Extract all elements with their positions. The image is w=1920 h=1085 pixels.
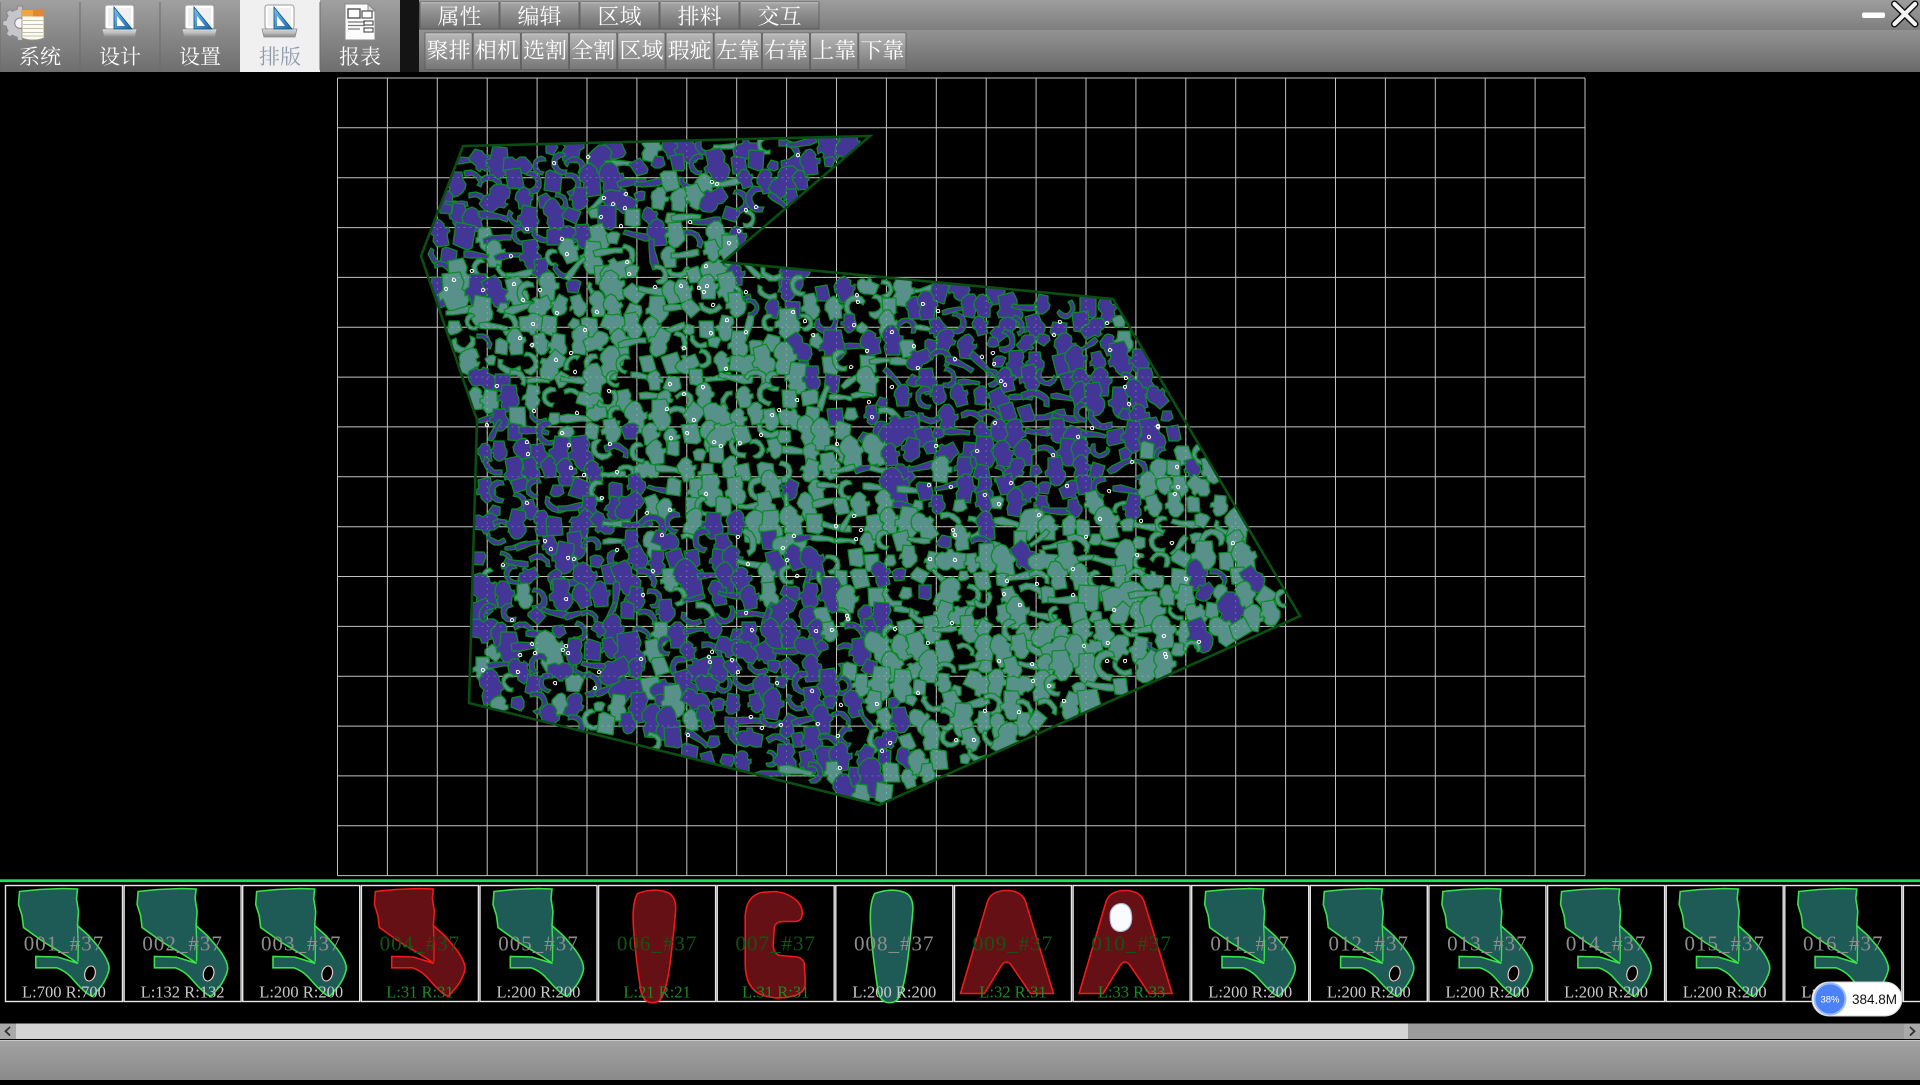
svg-text:012_#37: 012_#37: [1329, 932, 1410, 956]
svg-text:002_#37: 002_#37: [142, 932, 223, 956]
svg-text:015_#37: 015_#37: [1684, 932, 1765, 956]
svg-text:L:200 R:200: L:200 R:200: [1445, 983, 1529, 1002]
svg-text:L:31 R:31: L:31 R:31: [386, 983, 453, 1002]
svg-text:L:200 R:200: L:200 R:200: [497, 983, 581, 1002]
svg-text:005_#37: 005_#37: [498, 932, 579, 956]
svg-text:003_#37: 003_#37: [261, 932, 342, 956]
svg-text:016_#37: 016_#37: [1803, 932, 1884, 956]
svg-text:004_#37: 004_#37: [380, 932, 461, 956]
svg-text:L:21 R:21: L:21 R:21: [623, 983, 690, 1002]
svg-text:L:200 R:200: L:200 R:200: [1208, 983, 1292, 1002]
svg-text:38%: 38%: [1820, 994, 1840, 1005]
svg-text:L:200 R:200: L:200 R:200: [852, 983, 936, 1002]
svg-text:L:132 R:132: L:132 R:132: [141, 983, 225, 1002]
svg-text:007_#37: 007_#37: [735, 932, 816, 956]
svg-text:014_#37: 014_#37: [1566, 932, 1647, 956]
svg-text:008_#37: 008_#37: [854, 932, 935, 956]
svg-text:L:31 R:31: L:31 R:31: [742, 983, 809, 1002]
svg-text:L:33 R:33: L:33 R:33: [1098, 983, 1165, 1002]
svg-text:013_#37: 013_#37: [1447, 932, 1528, 956]
svg-text:L:200 R:200: L:200 R:200: [1564, 983, 1648, 1002]
svg-text:011_#37: 011_#37: [1210, 932, 1290, 956]
svg-text:006_#37: 006_#37: [617, 932, 698, 956]
svg-text:010_#37: 010_#37: [1091, 932, 1172, 956]
svg-text:L:700 R:700: L:700 R:700: [22, 983, 106, 1002]
svg-text:009_#37: 009_#37: [973, 932, 1054, 956]
svg-text:L:32 R:31: L:32 R:31: [979, 983, 1046, 1002]
svg-text:L:200 R:200: L:200 R:200: [259, 983, 343, 1002]
svg-text:001_#37: 001_#37: [24, 932, 105, 956]
svg-text:L:200 R:200: L:200 R:200: [1683, 983, 1767, 1002]
svg-text:384.8M: 384.8M: [1852, 992, 1897, 1007]
svg-text:L:200 R:200: L:200 R:200: [1327, 983, 1411, 1002]
